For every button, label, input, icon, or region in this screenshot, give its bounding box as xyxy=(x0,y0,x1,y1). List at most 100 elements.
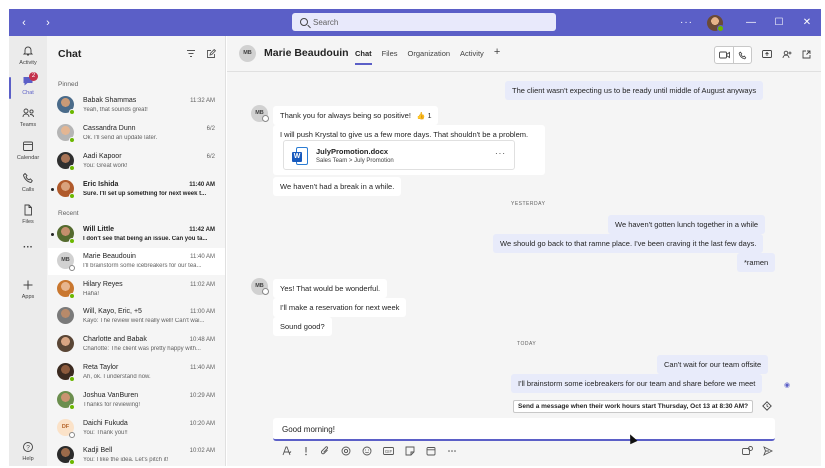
unread-badge: 2 xyxy=(29,72,38,81)
chat-list-header: Chat xyxy=(47,36,225,72)
title-bar-controls: ··· — ☐ ✕ xyxy=(680,9,821,36)
contact-avatar[interactable]: MB xyxy=(239,45,256,62)
message-incoming[interactable]: Yes! That would be wonderful. xyxy=(273,279,388,298)
gif-icon[interactable]: GIF xyxy=(383,446,394,458)
recent-section-label: Recent xyxy=(58,210,79,217)
chat-item-daichi-fukuda[interactable]: DF Daichi Fukuda You: Thank you!! 10:20 … xyxy=(48,415,225,442)
rail-calls[interactable]: Calls xyxy=(9,172,47,193)
format-icon[interactable] xyxy=(282,446,292,458)
video-call-icon[interactable] xyxy=(715,47,733,63)
pinned-section-label: Pinned xyxy=(58,81,79,88)
chat-item-eric-ishida[interactable]: Eric Ishida Sure. I'll set up something … xyxy=(48,176,225,203)
chat-item-hilary-reyes[interactable]: Hilary Reyes Haha! 11:02 AM xyxy=(48,276,225,303)
message-outgoing[interactable]: The client wasn't expecting us to be rea… xyxy=(505,81,764,100)
chat-item-cassandra-dunn[interactable]: Cassandra Dunn Ok. I'll send an update l… xyxy=(48,120,225,147)
presence-available-icon xyxy=(69,165,75,171)
message-outgoing[interactable]: I'll brainstorm some icebreakers for our… xyxy=(511,374,763,393)
close-button[interactable]: ✕ xyxy=(793,17,821,28)
date-divider-yesterday: YESTERDAY xyxy=(511,201,546,207)
file-icon xyxy=(20,204,36,218)
message-outgoing[interactable]: We should go back to that ramne place. I… xyxy=(493,234,764,253)
presence-offline-icon xyxy=(69,265,75,271)
rail-files[interactable]: Files xyxy=(9,204,47,225)
chat-item-reta-taylor[interactable]: Reta Taylor Ah, ok. I understand now. 11… xyxy=(48,359,225,386)
send-icon[interactable] xyxy=(763,446,774,458)
message-outgoing[interactable]: *ramen xyxy=(737,253,776,272)
rail-more[interactable]: ··· xyxy=(9,241,47,253)
chat-item-kadji-bell[interactable]: Kadji Bell You: I like the idea. Let's p… xyxy=(48,442,225,468)
emoji-icon[interactable] xyxy=(362,446,372,458)
thumbs-up-reaction[interactable]: 👍 1 xyxy=(417,113,432,120)
sender-avatar: MB xyxy=(251,278,269,295)
bell-icon xyxy=(20,45,36,59)
more-options-icon[interactable] xyxy=(447,446,457,458)
add-people-icon[interactable] xyxy=(782,50,792,61)
maximize-button[interactable]: ☐ xyxy=(765,17,793,28)
message-outgoing[interactable]: Can't wait for our team offsite xyxy=(657,355,769,374)
schedule-send-suggestion[interactable]: Send a message when their work hours sta… xyxy=(513,400,754,413)
message-incoming[interactable]: Thank you for always being so positive! 👍… xyxy=(273,106,439,125)
sender-avatar: MB xyxy=(251,105,269,122)
rail-calendar[interactable]: Calendar xyxy=(9,140,47,161)
presence-available-icon xyxy=(69,376,75,382)
presence-available-icon xyxy=(69,137,75,143)
presence-available-icon xyxy=(69,238,75,244)
message-incoming[interactable]: I'll make a reservation for next week xyxy=(273,298,407,317)
chat-item-will-little[interactable]: Will Little I don't see that being an is… xyxy=(48,221,225,248)
priority-icon[interactable] xyxy=(303,446,309,458)
audio-call-icon[interactable] xyxy=(733,47,751,63)
new-chat-icon[interactable] xyxy=(206,48,217,61)
add-tab-button[interactable]: + xyxy=(494,47,500,65)
chat-item-group-will-kayo-eric[interactable]: Will, Kayo, Eric, +5 Kayo: The review we… xyxy=(48,303,225,330)
search-placeholder: Search xyxy=(313,17,339,27)
rail-chat[interactable]: 2 Chat xyxy=(9,72,47,99)
settings-more-button[interactable]: ··· xyxy=(680,17,693,28)
conversation-header: MB Marie Beaudouin Chat Files Organizati… xyxy=(227,36,821,72)
attach-icon[interactable] xyxy=(320,446,330,458)
schedule-send-icon[interactable] xyxy=(762,401,772,413)
search-input[interactable]: Search xyxy=(292,13,556,31)
file-attachment-card[interactable]: W JulyPromotion.docx Sales Team > July P… xyxy=(283,140,515,170)
file-more-options-icon[interactable]: ··· xyxy=(495,149,506,158)
chat-list-title: Chat xyxy=(58,48,82,60)
compose-input[interactable]: Good morning! xyxy=(282,425,335,434)
tab-chat[interactable]: Chat xyxy=(355,49,372,65)
share-screen-icon[interactable] xyxy=(762,49,772,61)
audio-message-icon[interactable] xyxy=(742,446,753,458)
rail-teams[interactable]: Teams xyxy=(9,107,47,128)
file-name: JulyPromotion.docx xyxy=(316,147,389,156)
message-outgoing[interactable]: We haven't gotten lunch together in a wh… xyxy=(608,215,766,234)
tab-activity[interactable]: Activity xyxy=(460,49,484,65)
profile-avatar[interactable] xyxy=(707,14,724,32)
back-icon[interactable]: ‹ xyxy=(18,17,30,29)
date-divider-today: TODAY xyxy=(517,341,537,347)
app-rail: Activity 2 Chat Teams Calendar Calls Fil… xyxy=(9,36,47,466)
tab-files[interactable]: Files xyxy=(382,49,398,65)
rail-apps[interactable]: Apps xyxy=(9,279,47,300)
rail-help[interactable]: ? Help xyxy=(9,441,47,462)
chat-item-charlotte-and-babak[interactable]: Charlotte and Babak Charlotte: The clien… xyxy=(48,331,225,358)
search-icon xyxy=(300,18,308,26)
svg-text:?: ? xyxy=(26,444,30,451)
filter-icon[interactable] xyxy=(186,49,196,61)
chat-item-marie-beaudouin[interactable]: MB Marie Beaudouin I'll brainstorm some … xyxy=(48,248,225,275)
teams-icon xyxy=(20,107,36,121)
schedule-meeting-icon[interactable] xyxy=(426,446,436,458)
contact-name: Marie Beaudouin xyxy=(264,47,349,59)
sticker-icon[interactable] xyxy=(405,446,415,458)
compose-box[interactable]: Good morning! xyxy=(273,418,775,441)
chat-item-babak-shammas[interactable]: Babak Shammas Yeah, that sounds great! 1… xyxy=(48,92,225,119)
help-icon: ? xyxy=(20,441,36,455)
pop-out-icon[interactable] xyxy=(802,50,811,61)
minimize-button[interactable]: — xyxy=(737,17,765,28)
compose-actions xyxy=(742,446,774,458)
loop-icon[interactable] xyxy=(341,446,351,458)
tab-organization[interactable]: Organization xyxy=(408,49,451,65)
message-incoming[interactable]: We haven't had a break in a while. xyxy=(273,177,402,196)
chat-item-aadi-kapoor[interactable]: Aadi Kapoor You: Great work! 6/2 xyxy=(48,148,225,175)
forward-icon[interactable]: › xyxy=(42,17,54,29)
message-incoming[interactable]: Sound good? xyxy=(273,317,332,336)
rail-activity[interactable]: Activity xyxy=(9,45,47,66)
chat-item-joshua-vanburen[interactable]: Joshua VanBuren Thanks for reviewing! 10… xyxy=(48,387,225,414)
presence-available-icon xyxy=(69,193,75,199)
